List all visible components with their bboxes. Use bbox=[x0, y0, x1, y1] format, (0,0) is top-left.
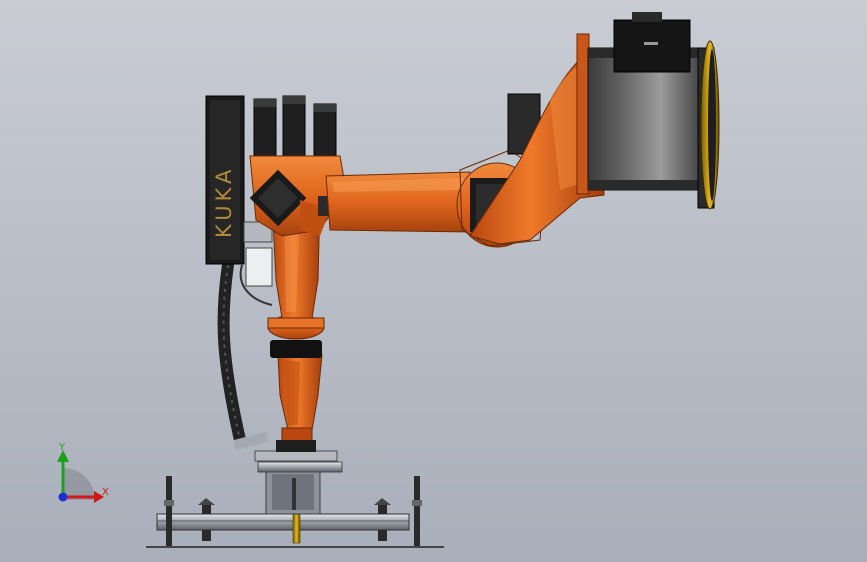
turntable-drum bbox=[587, 12, 720, 210]
kuka-logo-text: KUKA bbox=[212, 166, 236, 238]
cad-viewport[interactable]: KUKA Y X bbox=[0, 0, 867, 562]
robot-horizontal-arm bbox=[325, 171, 473, 233]
axis-motors bbox=[253, 95, 337, 161]
y-axis-label: Y bbox=[59, 442, 66, 453]
cable-dress-pack bbox=[217, 259, 273, 450]
x-axis-label: X bbox=[102, 487, 109, 498]
robot-base-mount bbox=[254, 450, 343, 515]
robot-lower-arm bbox=[267, 314, 325, 452]
robot-forearm bbox=[469, 33, 605, 245]
coordinate-triad bbox=[57, 450, 104, 503]
z-axis-origin bbox=[58, 492, 68, 502]
robot-model-scene[interactable]: KUKA bbox=[0, 0, 867, 562]
